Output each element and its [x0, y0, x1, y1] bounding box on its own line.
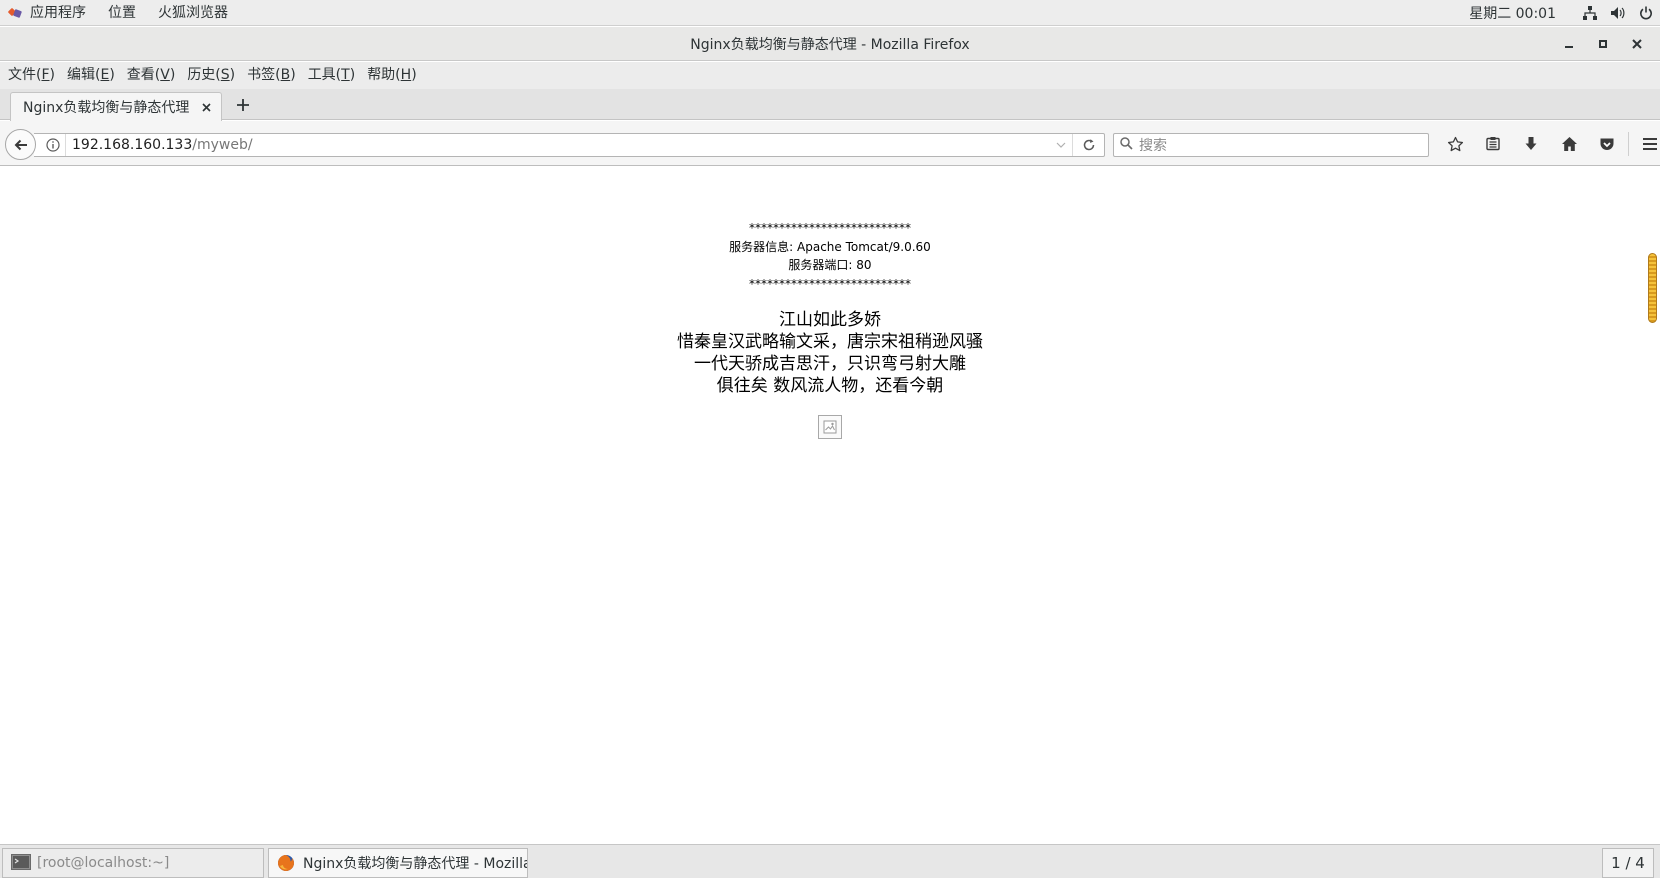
minimize-button[interactable]: [1552, 27, 1586, 61]
page-content: *************************** 服务器信息: Apach…: [0, 167, 1660, 844]
menu-help[interactable]: 帮助(H): [361, 62, 422, 89]
stars-bottom: ***************************: [749, 276, 911, 291]
taskbar-item-label: [root@localhost:~]: [37, 855, 170, 871]
menu-bookmarks[interactable]: 书签(B): [241, 62, 302, 89]
terminal-icon: [11, 854, 31, 872]
nav-toolbar: 192.168.160.133/myweb/ 搜索: [0, 121, 1660, 166]
tab-strip: Nginx负载均衡与静态代理: [0, 89, 1660, 121]
menu-tools[interactable]: 工具(T): [302, 62, 362, 89]
url-path: /myweb/: [192, 137, 253, 153]
tab-active[interactable]: Nginx负载均衡与静态代理: [10, 92, 222, 121]
menu-history[interactable]: 历史(S): [181, 62, 241, 89]
server-info-block: *************************** 服务器信息: Apach…: [0, 219, 1660, 293]
new-tab-button[interactable]: [232, 94, 254, 116]
poem-line: 江山如此多娇: [779, 310, 881, 330]
toolbar-separator: [1628, 132, 1629, 156]
reload-icon[interactable]: [1072, 134, 1104, 156]
window-title: Nginx负载均衡与静态代理 - Mozilla Firefox: [690, 36, 970, 53]
url-host: 192.168.160.133: [72, 137, 193, 153]
window-titlebar[interactable]: Nginx负载均衡与静态代理 - Mozilla Firefox: [0, 27, 1660, 61]
menu-edit[interactable]: 编辑(E): [61, 62, 121, 89]
firefox-icon: [277, 854, 297, 872]
network-icon[interactable]: [1576, 0, 1604, 26]
taskbar-item-label: Nginx负载均衡与静态代理 - Mozilla …: [303, 856, 528, 872]
workspace-indicator[interactable]: 1 / 4: [1602, 848, 1654, 878]
search-input[interactable]: 搜索: [1139, 135, 1167, 155]
bottom-taskbar: [root@localhost:~] Nginx负载均衡与静态代理 - Mozi…: [0, 844, 1660, 878]
applications-menu[interactable]: 应用程序: [0, 0, 97, 26]
taskbar-item-firefox[interactable]: Nginx负载均衡与静态代理 - Mozilla …: [268, 848, 528, 878]
tab-label: Nginx负载均衡与静态代理: [23, 100, 190, 116]
search-bar[interactable]: 搜索: [1113, 133, 1429, 157]
reading-list-icon[interactable]: [1474, 129, 1512, 159]
top-panel: 应用程序 位置 火狐浏览器 星期二 00:01: [0, 0, 1660, 26]
clock[interactable]: 星期二 00:01: [1469, 3, 1576, 23]
poem-line: 俱往矣 数风流人物，还看今朝: [716, 376, 944, 396]
gnome-apps-icon: [8, 6, 22, 20]
volume-icon[interactable]: [1604, 0, 1632, 26]
server-port-text: 服务器端口: 80: [788, 258, 872, 272]
home-icon[interactable]: [1550, 129, 1588, 159]
places-menu[interactable]: 位置: [97, 0, 147, 26]
menu-view[interactable]: 查看(V): [121, 62, 182, 89]
site-info-icon[interactable]: [40, 134, 66, 156]
broken-image-icon: [818, 415, 842, 439]
search-icon: [1120, 136, 1133, 154]
close-button[interactable]: [1620, 27, 1654, 61]
firefox-app-menu[interactable]: 火狐浏览器: [147, 0, 239, 26]
url-text[interactable]: 192.168.160.133/myweb/: [66, 137, 253, 153]
maximize-button[interactable]: [1586, 27, 1620, 61]
power-icon[interactable]: [1632, 0, 1660, 26]
back-button[interactable]: [5, 129, 36, 160]
menu-file[interactable]: 文件(F): [2, 62, 61, 89]
scrollbar-thumb[interactable]: [1648, 253, 1657, 323]
applications-label: 应用程序: [30, 4, 86, 21]
bookmark-star-icon[interactable]: [1436, 129, 1474, 159]
url-history-dropdown-icon[interactable]: [1054, 138, 1068, 152]
tab-close-icon[interactable]: [199, 100, 213, 114]
stars-top: ***************************: [749, 221, 911, 235]
poem-line: 惜秦皇汉武略输文采，唐宗宋祖稍逊风骚: [677, 332, 983, 352]
server-info-text: 服务器信息: Apache Tomcat/9.0.60: [729, 239, 931, 254]
taskbar-item-terminal[interactable]: [root@localhost:~]: [2, 848, 264, 878]
hamburger-menu-icon[interactable]: [1631, 129, 1660, 159]
poem-line: 一代天骄成吉思汗，只识弯弓射大雕: [694, 354, 966, 374]
downloads-icon[interactable]: [1512, 129, 1550, 159]
pocket-icon[interactable]: [1588, 129, 1626, 159]
menubar: 文件(F) 编辑(E) 查看(V) 历史(S) 书签(B) 工具(T) 帮助(H…: [0, 62, 1660, 89]
url-bar[interactable]: 192.168.160.133/myweb/: [34, 133, 1105, 157]
poem-block: 江山如此多娇 惜秦皇汉武略输文采，唐宗宋祖稍逊风骚 一代天骄成吉思汗，只识弯弓射…: [0, 309, 1660, 397]
